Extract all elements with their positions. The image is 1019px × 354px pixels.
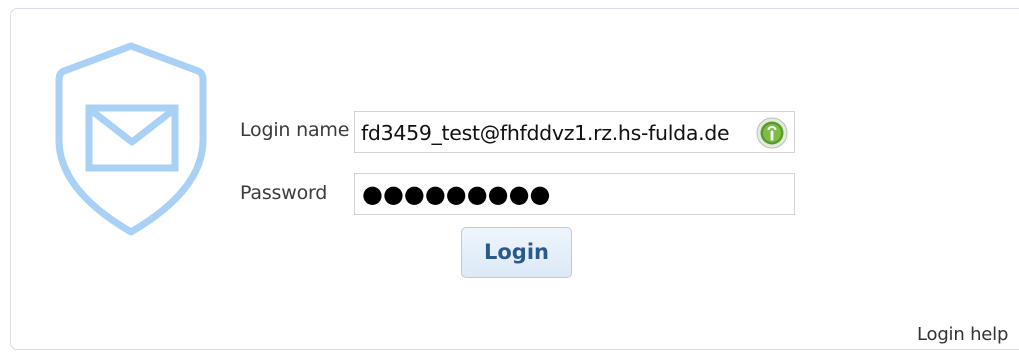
password-value: ●●●●●●●●● [362, 180, 551, 208]
login-button[interactable]: Login [461, 227, 572, 278]
password-input[interactable]: ●●●●●●●●● [354, 173, 795, 215]
keepass-icon[interactable] [756, 117, 788, 149]
shield-mail-icon [55, 42, 207, 236]
login-name-input[interactable]: fd3459_test@fhfddvz1.rz.hs-fulda.de [354, 111, 795, 153]
login-name-label: Login name [240, 119, 350, 141]
password-label: Password [240, 182, 328, 204]
login-name-value: fd3459_test@fhfddvz1.rz.hs-fulda.de [361, 121, 730, 145]
login-help-link[interactable]: Login help [917, 324, 1008, 345]
